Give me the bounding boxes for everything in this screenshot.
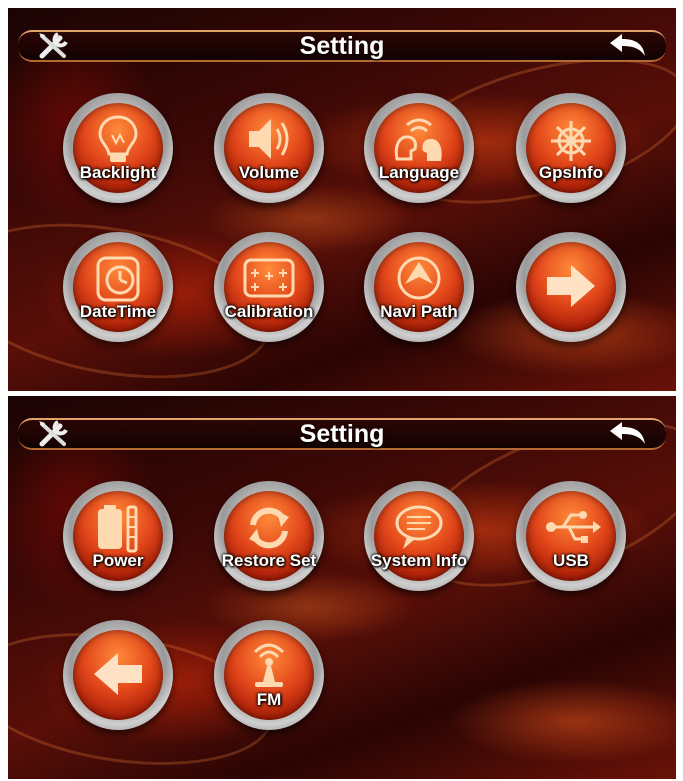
- speaking-heads-icon: [394, 118, 442, 161]
- settings-screen-page-1: Setting Backlight Volume Language GpsInf…: [8, 8, 676, 391]
- restore-set-button[interactable]: Restore Set: [214, 481, 324, 591]
- button-label: Backlight: [79, 163, 157, 182]
- gpsinfo-button[interactable]: GpsInfo: [516, 93, 626, 203]
- button-label: Power: [92, 551, 144, 570]
- previous-page-button[interactable]: [63, 620, 173, 730]
- fm-button[interactable]: FM: [214, 620, 324, 730]
- title-bar: Setting: [18, 406, 666, 458]
- calibration-button[interactable]: Calibration: [214, 232, 324, 342]
- next-page-button[interactable]: [516, 232, 626, 342]
- speaker-icon: [249, 119, 289, 159]
- usb-icon: [546, 511, 601, 543]
- button-label: Calibration: [224, 302, 314, 321]
- antenna-icon: [253, 643, 285, 687]
- crosshair-grid-icon: [243, 258, 295, 298]
- back-icon[interactable]: [608, 32, 648, 58]
- volume-button[interactable]: Volume: [214, 93, 324, 203]
- system-info-button[interactable]: System Info: [364, 481, 474, 591]
- bulb-icon: [98, 115, 138, 162]
- button-label: USB: [553, 551, 589, 570]
- button-label: FM: [256, 690, 282, 709]
- navi-path-button[interactable]: Navi Path: [364, 232, 474, 342]
- navigation-arrow-icon: [397, 256, 441, 300]
- button-label: GpsInfo: [538, 163, 604, 182]
- next-arrow-icon: [547, 265, 595, 307]
- button-label: Volume: [238, 163, 300, 182]
- refresh-icon: [249, 507, 289, 549]
- language-button[interactable]: Language: [364, 93, 474, 203]
- battery-icon: [98, 505, 138, 553]
- speech-bubble-icon: [395, 505, 443, 549]
- usb-button[interactable]: USB: [516, 481, 626, 591]
- settings-screen-page-2: Setting Power Restore Set System Info US…: [8, 396, 676, 779]
- button-label: System Info: [370, 551, 468, 570]
- back-icon[interactable]: [608, 420, 648, 446]
- satellite-icon: [551, 121, 591, 161]
- button-label: Restore Set: [221, 551, 317, 570]
- backlight-button[interactable]: Backlight: [63, 93, 173, 203]
- title-bar: Setting: [18, 18, 666, 70]
- previous-arrow-icon: [94, 653, 142, 695]
- button-label: Navi Path: [380, 302, 458, 321]
- datetime-button[interactable]: DateTime: [63, 232, 173, 342]
- page-title: Setting: [299, 420, 385, 448]
- clock-icon: [96, 256, 140, 302]
- button-label: DateTime: [79, 302, 157, 321]
- power-button[interactable]: Power: [63, 481, 173, 591]
- button-label: Language: [378, 163, 460, 182]
- page-title: Setting: [299, 32, 385, 60]
